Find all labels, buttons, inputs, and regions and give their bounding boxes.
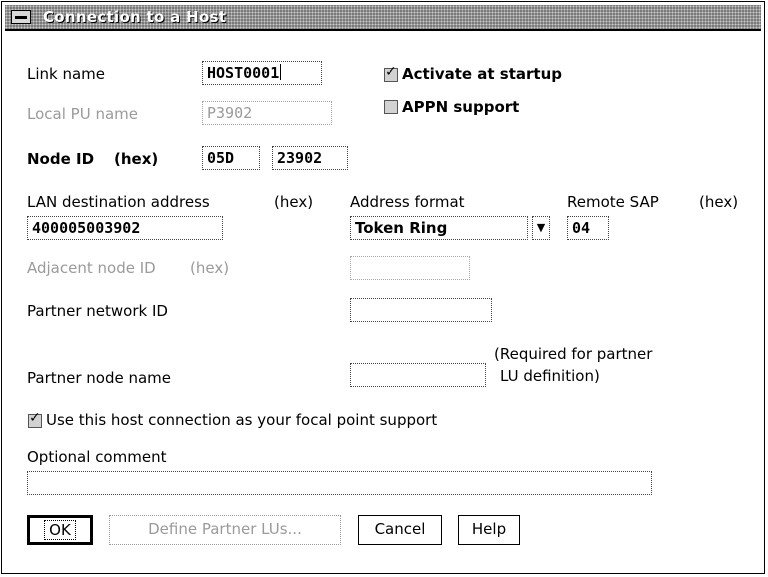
define-partner-lus-button[interactable]: Define Partner LUs...: [109, 515, 341, 545]
help-button[interactable]: Help: [458, 515, 520, 545]
ok-button[interactable]: OK: [27, 515, 93, 545]
node-id-number-input[interactable]: 23902: [272, 146, 348, 170]
adjacent-node-id-label: Adjacent node ID: [27, 259, 156, 277]
focal-point-checkbox[interactable]: [28, 410, 42, 428]
required-note-line1: (Required for partner: [494, 345, 653, 363]
partner-node-name-label: Partner node name: [27, 369, 172, 387]
lan-destination-input[interactable]: 400005003902: [27, 216, 223, 240]
title-bar[interactable]: Connection to a Host: [5, 5, 761, 31]
address-format-label: Address format: [350, 193, 465, 211]
link-name-value: HOST0001: [207, 64, 280, 82]
optional-comment-label: Optional comment: [27, 448, 167, 466]
remote-sap-input[interactable]: 04: [567, 216, 609, 240]
node-id-hex-label: (hex): [114, 150, 159, 168]
activate-at-startup-label: Activate at startup: [402, 65, 562, 83]
partner-network-id-input[interactable]: [350, 298, 492, 322]
optional-comment-input[interactable]: [27, 471, 652, 495]
window-title: Connection to a Host: [43, 8, 227, 26]
lan-destination-hex-label: (hex): [274, 193, 314, 211]
node-id-label: Node ID: [27, 150, 95, 168]
system-menu-icon[interactable]: [11, 10, 31, 24]
node-id-block-input[interactable]: 05D: [202, 146, 260, 170]
partner-node-name-input[interactable]: [350, 363, 486, 387]
adjacent-node-id-input[interactable]: [350, 256, 470, 280]
remote-sap-hex-label: (hex): [699, 193, 739, 211]
local-pu-name-input[interactable]: P3902: [202, 101, 332, 125]
link-name-label: Link name: [27, 65, 106, 83]
address-format-select[interactable]: Token Ring: [350, 216, 528, 240]
appn-support-checkbox[interactable]: [384, 100, 398, 114]
adjacent-node-id-hex-label: (hex): [190, 259, 230, 277]
local-pu-name-label: Local PU name: [27, 105, 138, 123]
dropdown-arrow-icon[interactable]: ▼: [532, 216, 550, 240]
required-note-line2: LU definition): [500, 367, 600, 385]
cancel-button[interactable]: Cancel: [358, 515, 442, 545]
lan-destination-label: LAN destination address: [27, 193, 210, 211]
remote-sap-label: Remote SAP: [567, 193, 659, 211]
text-caret: [280, 64, 282, 80]
activate-at-startup-checkbox[interactable]: [384, 64, 398, 82]
link-name-input[interactable]: HOST0001: [202, 61, 322, 85]
appn-support-label: APPN support: [402, 98, 520, 116]
ok-button-label: OK: [44, 520, 76, 540]
focal-point-label: Use this host connection as your focal p…: [46, 411, 438, 429]
connection-dialog: Connection to a Host Link name HOST0001 …: [1, 1, 765, 574]
partner-network-id-label: Partner network ID: [27, 302, 168, 320]
